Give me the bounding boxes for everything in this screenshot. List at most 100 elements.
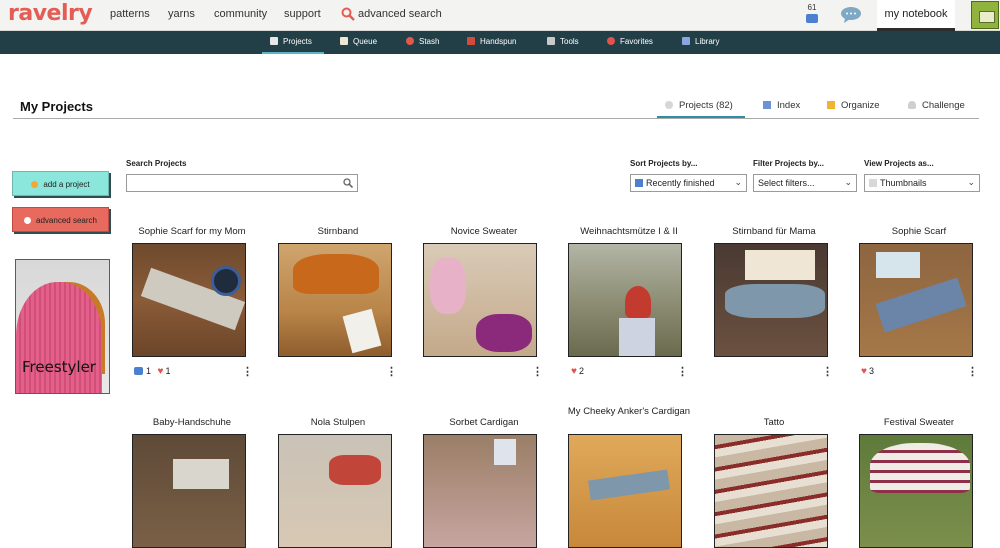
promo-ad[interactable]: Freestyler	[15, 259, 110, 394]
more-options-icon[interactable]: ⋮	[242, 365, 253, 378]
messages-button[interactable]: 61	[804, 3, 820, 29]
project-stats: 1 ♥ 1	[134, 366, 170, 377]
sort-label: Sort Projects by...	[630, 159, 698, 168]
mail-icon	[806, 14, 818, 23]
tab-organize[interactable]: Organize	[827, 100, 880, 111]
more-options-icon[interactable]: ⋮	[967, 365, 978, 378]
page-title: My Projects	[20, 99, 93, 114]
filter-label: Filter Projects by...	[753, 159, 824, 168]
more-options-icon[interactable]: ⋮	[677, 365, 688, 378]
subnav-label: Favorites	[620, 37, 653, 46]
search-icon[interactable]	[343, 178, 353, 188]
subnav-label: Handspun	[480, 37, 517, 46]
project-title[interactable]: Stirnband	[268, 226, 408, 237]
project-thumbnail[interactable]	[859, 243, 973, 357]
tab-projects[interactable]: Projects (82)	[657, 100, 745, 119]
nav-community[interactable]: community	[214, 8, 267, 20]
tab-challenge[interactable]: Challenge	[908, 100, 965, 111]
project-thumbnail[interactable]	[714, 434, 828, 548]
subnav-label: Library	[695, 37, 720, 46]
project-thumbnail[interactable]	[859, 434, 973, 548]
heart-icon: ♥	[861, 366, 867, 377]
subnav-projects[interactable]: Projects	[262, 31, 324, 54]
project-title[interactable]: Novice Sweater	[414, 226, 554, 237]
search-icon	[24, 217, 32, 224]
handspun-icon	[467, 37, 475, 45]
projects-icon	[270, 37, 278, 45]
more-options-icon[interactable]: ⋮	[386, 365, 397, 378]
subnav-handspun[interactable]: Handspun	[467, 31, 516, 54]
header-divider	[13, 118, 979, 119]
tab-index[interactable]: Index	[763, 100, 800, 111]
project-title[interactable]: Sophie Scarf for my Mom	[122, 226, 262, 237]
subnav-label: Queue	[353, 37, 378, 46]
comment-icon	[134, 367, 143, 375]
tab-label: Challenge	[922, 100, 965, 111]
search-icon[interactable]	[341, 7, 355, 21]
heart-count: 3	[868, 366, 874, 376]
ravelry-logo[interactable]: ravelry	[8, 1, 93, 26]
project-thumbnail[interactable]	[423, 434, 537, 548]
projects-icon	[665, 101, 673, 109]
project-title[interactable]: Tatto	[704, 417, 844, 428]
nav-support[interactable]: support	[284, 8, 321, 20]
subnav-favorites[interactable]: Favorites	[607, 31, 653, 54]
tab-label: Index	[777, 100, 801, 111]
top-bar: ravelry patterns yarns community support…	[0, 0, 1000, 31]
view-select[interactable]: Thumbnails ⌄	[864, 174, 980, 192]
project-thumbnail[interactable]	[132, 243, 246, 357]
project-title[interactable]: Weihnachtsmütze I & II	[559, 226, 699, 237]
project-title[interactable]: Sophie Scarf	[849, 226, 989, 237]
hat-image	[16, 282, 102, 393]
project-title[interactable]: Stirnband für Mama	[704, 226, 844, 237]
subnav-stash[interactable]: Stash	[406, 31, 439, 54]
search-projects-input[interactable]	[126, 174, 358, 192]
tab-label: Projects (82)	[679, 100, 733, 111]
project-thumbnail[interactable]	[568, 243, 682, 357]
heart-icon	[607, 37, 615, 45]
folder-icon	[827, 101, 835, 109]
filter-select[interactable]: Select filters... ⌄	[753, 174, 857, 192]
nav-advanced-search[interactable]: advanced search	[358, 8, 442, 20]
project-title[interactable]: My Cheeky Anker's Cardigan	[559, 406, 699, 417]
nav-patterns[interactable]: patterns	[110, 8, 150, 20]
project-stats: ♥ 2	[571, 366, 584, 377]
search-projects-label: Search Projects	[126, 159, 187, 168]
heart-icon: ♥	[571, 366, 577, 377]
project-thumbnail[interactable]	[278, 243, 392, 357]
heart-icon: ♥	[157, 366, 164, 377]
notebook-subnav: Projects Queue Stash Handspun Tools Favo…	[0, 31, 1000, 54]
add-project-button[interactable]: add a project	[12, 171, 109, 196]
tab-label: Organize	[841, 100, 880, 111]
project-thumbnail[interactable]	[568, 434, 682, 548]
subnav-label: Projects	[283, 37, 312, 46]
my-notebook-tab[interactable]: my notebook	[877, 0, 955, 31]
chat-icon[interactable]	[840, 6, 862, 23]
project-thumbnail[interactable]	[132, 434, 246, 548]
advanced-search-button[interactable]: advanced search	[12, 207, 109, 232]
filter-value: Select filters...	[758, 178, 815, 188]
queue-icon	[340, 37, 348, 45]
user-avatar[interactable]	[971, 1, 999, 29]
project-title[interactable]: Nola Stulpen	[268, 417, 408, 428]
nav-yarns[interactable]: yarns	[168, 8, 195, 20]
view-label: View Projects as...	[864, 159, 934, 168]
advanced-search-label: advanced search	[36, 216, 97, 225]
more-options-icon[interactable]: ⋮	[532, 365, 543, 378]
project-title[interactable]: Baby-Handschuhe	[122, 417, 262, 428]
message-count: 61	[807, 3, 817, 12]
tools-icon	[547, 37, 555, 45]
project-thumbnail[interactable]	[278, 434, 392, 548]
sort-select[interactable]: Recently finished ⌄	[630, 174, 747, 192]
comment-count: 1	[146, 366, 152, 376]
subnav-queue[interactable]: Queue	[340, 31, 377, 54]
project-title[interactable]: Festival Sweater	[849, 417, 989, 428]
project-thumbnail[interactable]	[714, 243, 828, 357]
project-thumbnail[interactable]	[423, 243, 537, 357]
heart-count: 1	[165, 366, 171, 376]
subnav-tools[interactable]: Tools	[547, 31, 579, 54]
more-options-icon[interactable]: ⋮	[822, 365, 833, 378]
sort-value: Recently finished	[646, 178, 715, 188]
project-title[interactable]: Sorbet Cardigan	[414, 417, 554, 428]
subnav-library[interactable]: Library	[682, 31, 719, 54]
